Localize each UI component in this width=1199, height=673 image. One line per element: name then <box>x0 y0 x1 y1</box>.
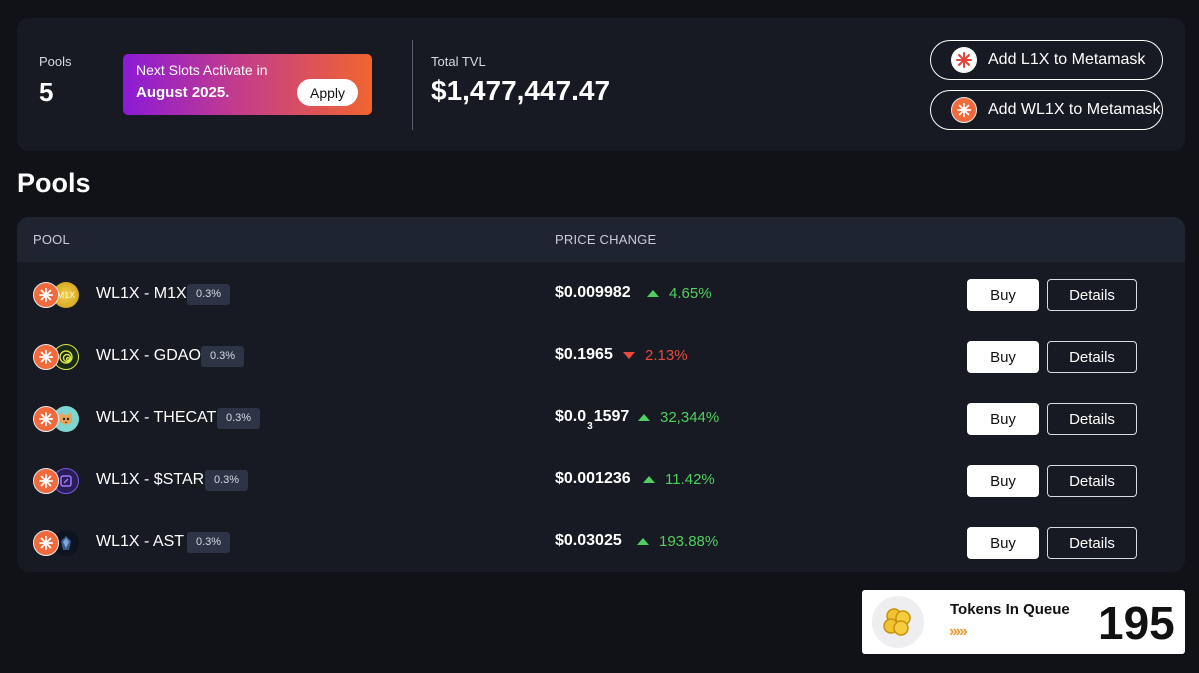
fee-badge: 0.3% <box>205 470 249 491</box>
pools-count-value: 5 <box>39 77 54 107</box>
stats-card: Pools 5 Next Slots Activate in August 20… <box>17 18 1185 151</box>
fee-badge: 0.3% <box>217 408 261 429</box>
price-change: 32,344% <box>638 409 719 426</box>
buy-button[interactable]: Buy <box>967 527 1039 559</box>
pools-count-stat: Pools 5 <box>39 54 72 108</box>
price-zero-count: 3 <box>587 421 593 432</box>
price-change: 193.88% <box>637 533 718 550</box>
add-l1x-label: Add L1X to Metamask <box>988 51 1146 68</box>
pool-price: $0.03025 <box>555 532 622 549</box>
arrow-up-icon <box>647 290 659 297</box>
pool-price: $0.009982 <box>555 284 631 301</box>
fee-badge: 0.3% <box>187 532 231 553</box>
total-tvl-stat: Total TVL $1,477,447.47 <box>431 54 610 107</box>
pool-column-header: POOL <box>33 232 70 247</box>
queue-label: Tokens In Queue <box>950 601 1070 618</box>
fee-badge: 0.3% <box>187 284 231 305</box>
wl1x-token-icon <box>33 282 59 308</box>
table-row: WL1X - AST 0.3% $0.03025 193.88% Buy Det… <box>17 510 1185 572</box>
promo-line-1: Next Slots Activate in <box>136 62 268 78</box>
add-wl1x-label: Add WL1X to Metamask <box>988 101 1161 118</box>
buy-button[interactable]: Buy <box>967 465 1039 497</box>
coins-icon <box>872 596 924 648</box>
price-change: 2.13% <box>623 347 688 364</box>
price-change-value: 11.42% <box>665 471 715 488</box>
wl1x-token-icon <box>33 530 59 556</box>
stats-divider <box>412 40 413 130</box>
details-button[interactable]: Details <box>1047 465 1137 497</box>
apply-button[interactable]: Apply <box>297 79 358 106</box>
price-change-value: 4.65% <box>669 285 712 302</box>
details-button[interactable]: Details <box>1047 279 1137 311</box>
wl1x-logo-icon <box>951 97 977 123</box>
add-wl1x-metamask-button[interactable]: Add WL1X to Metamask <box>930 90 1163 130</box>
promo-line-2: August 2025. <box>136 84 230 101</box>
table-row: M1X WL1X - M1X 0.3% $0.009982 4.65% Buy … <box>17 262 1185 324</box>
pool-price: $0.1965 <box>555 346 613 363</box>
slots-promo-banner: Next Slots Activate in August 2025. Appl… <box>123 54 372 115</box>
fee-badge: 0.3% <box>201 346 245 367</box>
price-prefix: $0.0 <box>555 408 587 425</box>
price-suffix: 1597 <box>593 408 630 425</box>
pools-count-label: Pools <box>39 54 72 69</box>
pool-name: WL1X - AST <box>96 533 185 550</box>
tokens-in-queue-widget[interactable]: Tokens In Queue ››››› 195 <box>862 590 1185 654</box>
add-l1x-metamask-button[interactable]: Add L1X to Metamask <box>930 40 1163 80</box>
pool-name: WL1X - $STAR <box>96 471 205 488</box>
arrow-up-icon <box>637 538 649 545</box>
price-change: 11.42% <box>643 471 715 488</box>
buy-button[interactable]: Buy <box>967 341 1039 373</box>
price-change-value: 2.13% <box>645 347 688 364</box>
table-row: WL1X - $STAR 0.3% $0.001236 11.42% Buy D… <box>17 448 1185 510</box>
buy-button[interactable]: Buy <box>967 279 1039 311</box>
arrow-up-icon <box>643 476 655 483</box>
pool-price: $0.001236 <box>555 470 631 487</box>
total-tvl-value: $1,477,447.47 <box>431 75 611 106</box>
buy-button[interactable]: Buy <box>967 403 1039 435</box>
price-change-value: 32,344% <box>660 409 720 426</box>
details-button[interactable]: Details <box>1047 527 1137 559</box>
chevrons-right-icon: ››››› <box>949 623 968 640</box>
table-header: POOL PRICE CHANGE <box>17 217 1185 262</box>
price-change-column-header: PRICE CHANGE <box>555 232 657 247</box>
arrow-down-icon <box>623 352 635 359</box>
details-button[interactable]: Details <box>1047 403 1137 435</box>
pool-price: $0.031597 <box>555 408 630 432</box>
table-row: WL1X - THECAT 0.3% $0.031597 32,344% Buy… <box>17 386 1185 448</box>
total-tvl-label: Total TVL <box>431 54 486 69</box>
wl1x-token-icon <box>33 406 59 432</box>
pools-section-title: Pools <box>17 168 91 198</box>
price-change-value: 193.88% <box>659 533 719 550</box>
price-change: 4.65% <box>647 285 712 302</box>
pool-name: WL1X - THECAT <box>96 409 217 426</box>
pools-table: POOL PRICE CHANGE M1X WL1X - M1X 0.3% $0… <box>17 217 1185 572</box>
l1x-logo-icon <box>951 47 977 73</box>
details-button[interactable]: Details <box>1047 341 1137 373</box>
pool-name: WL1X - GDAO <box>96 347 201 364</box>
queue-count: 195 <box>1098 597 1175 649</box>
wl1x-token-icon <box>33 468 59 494</box>
arrow-up-icon <box>638 414 650 421</box>
table-row: WL1X - GDAO 0.3% $0.1965 2.13% Buy Detai… <box>17 324 1185 386</box>
pool-name: WL1X - M1X <box>96 285 187 302</box>
wl1x-token-icon <box>33 344 59 370</box>
